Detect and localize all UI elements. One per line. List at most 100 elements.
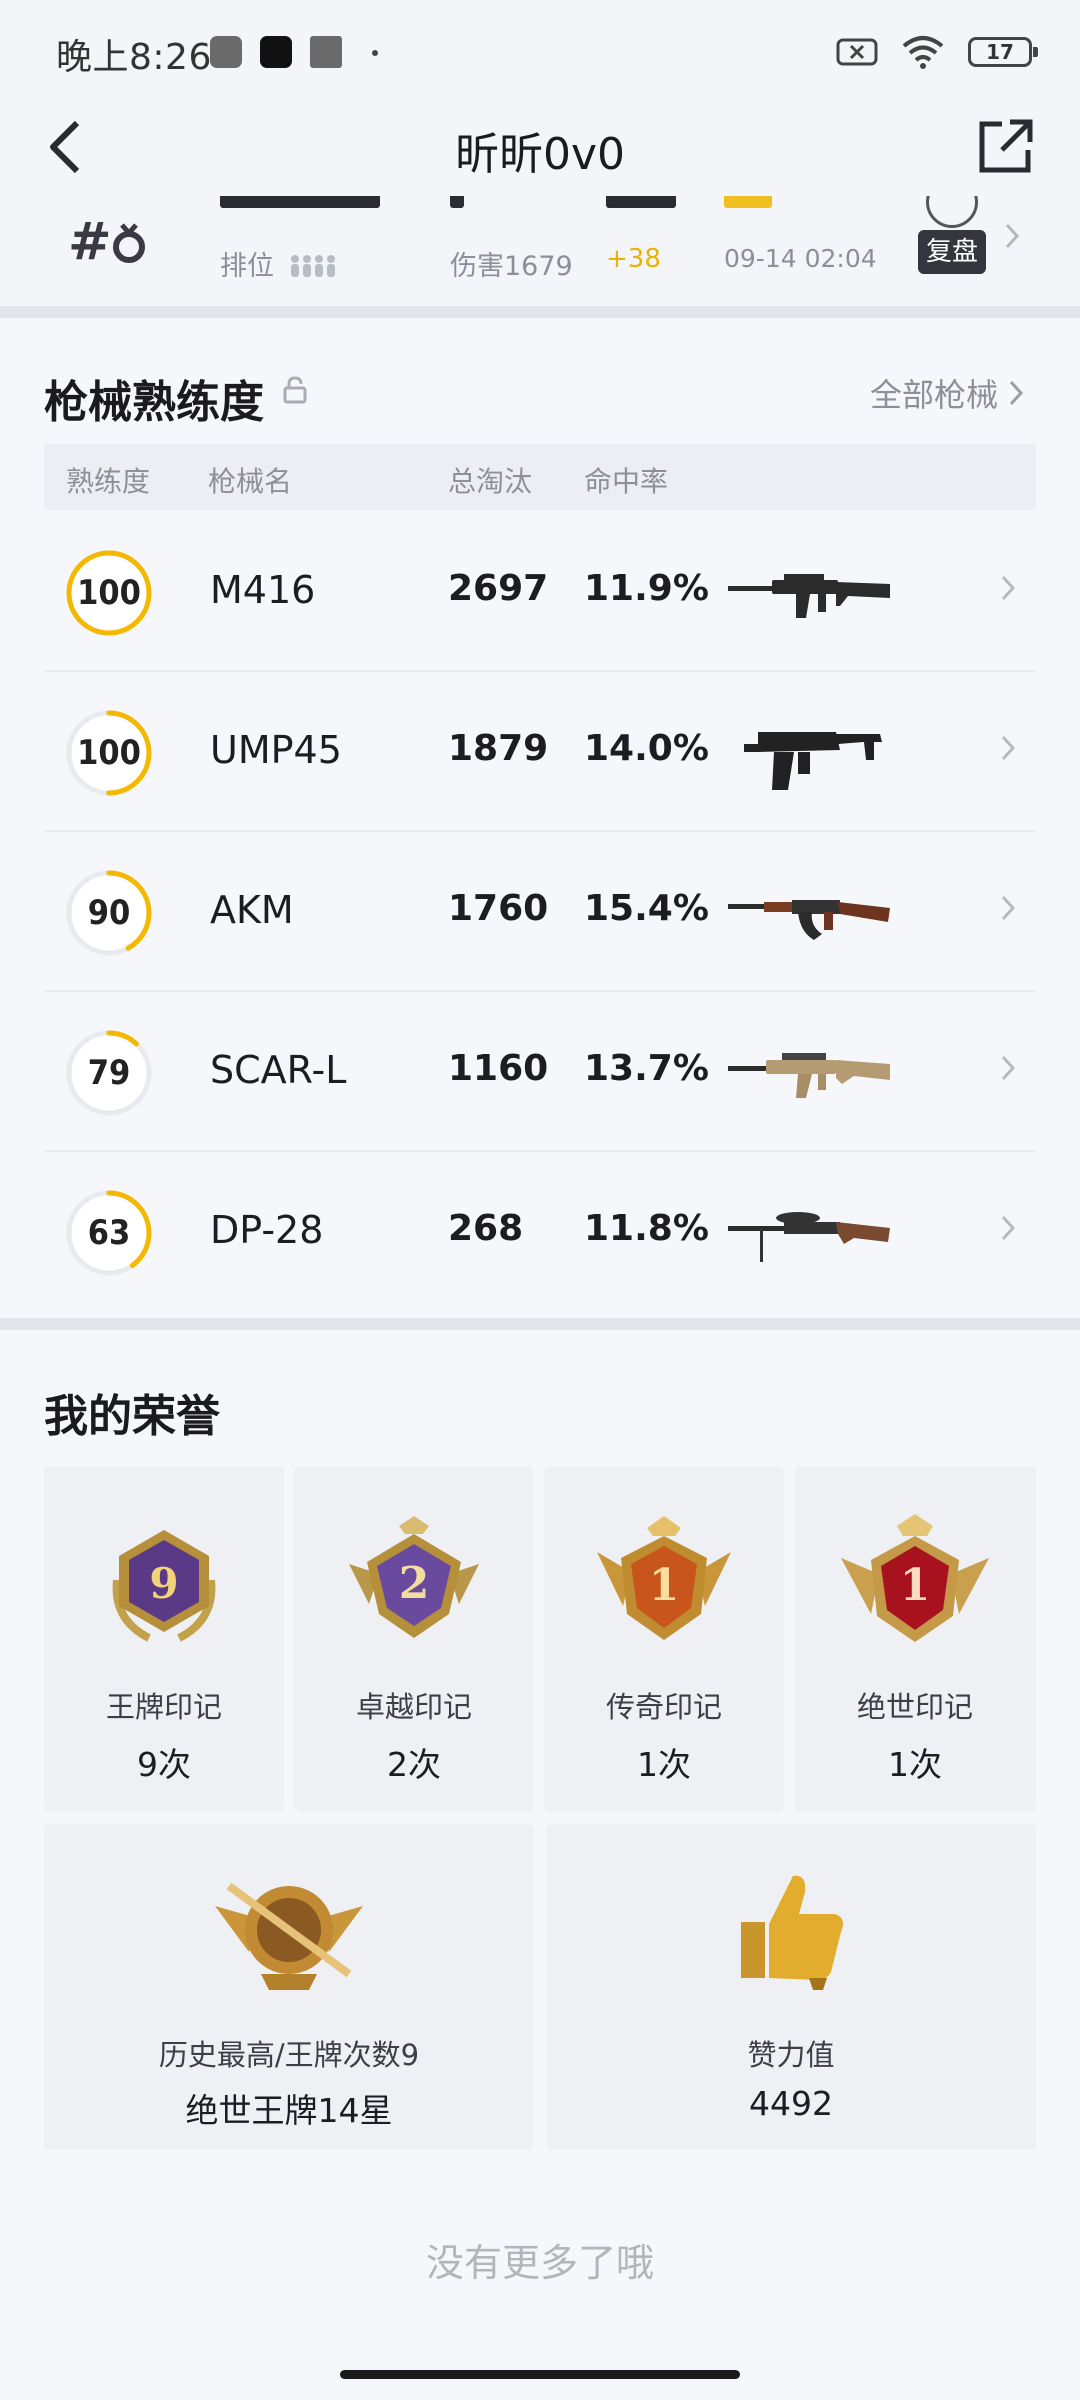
match-rank: # bbox=[68, 212, 146, 272]
status-bar: 晚上8:26 17 bbox=[0, 0, 1080, 96]
badge-number: 1 bbox=[900, 1560, 931, 1611]
weapon-accuracy: 11.8% bbox=[584, 1208, 709, 1249]
honor-name: 赞力值 bbox=[747, 2038, 835, 2072]
rating-value-clipped bbox=[606, 196, 676, 208]
honor-name: 卓越印记 bbox=[355, 1690, 472, 1724]
column-header: 命中率 bbox=[584, 465, 669, 498]
recent-match-row[interactable]: # 排位 伤害1679 +38 09-14 02:04 复盘 bbox=[0, 196, 1080, 306]
highest-rank-card[interactable]: 历史最高/王牌次数9 绝世王牌14星 bbox=[44, 1824, 534, 2150]
column-header: 枪械名 bbox=[208, 465, 293, 498]
weapon-name: SCAR-L bbox=[210, 1048, 347, 1092]
weapon-name: M416 bbox=[210, 568, 316, 612]
rating-delta: +38 bbox=[606, 244, 661, 274]
chevron-right-icon bbox=[1001, 575, 1016, 601]
weapon-row[interactable]: 100 M416 2697 11.9% bbox=[44, 512, 1036, 672]
honor-name: 王牌印记 bbox=[105, 1690, 222, 1724]
lock-icon bbox=[283, 376, 307, 404]
honor-card[interactable]: 9 王牌印记 9次 bbox=[44, 1466, 284, 1812]
badge-number: 9 bbox=[149, 1559, 178, 1608]
section-title: 枪械熟练度 bbox=[44, 377, 264, 428]
team-members-icon bbox=[290, 255, 335, 277]
weapon-accuracy: 15.4% bbox=[584, 888, 709, 929]
ace-emblem-icon: 9 bbox=[112, 1530, 216, 1642]
chevron-right-icon bbox=[1001, 735, 1016, 761]
excellence-emblem-icon: 2 bbox=[349, 1516, 479, 1638]
mode-title-clipped bbox=[220, 196, 380, 208]
honor-card[interactable]: 1 绝世印记 1次 bbox=[794, 1466, 1036, 1812]
badge-number: 2 bbox=[399, 1558, 430, 1609]
wifi-icon bbox=[902, 36, 944, 69]
home-indicator[interactable] bbox=[340, 2370, 740, 2379]
notification-app-icon bbox=[310, 36, 342, 68]
weapon-accuracy: 11.9% bbox=[584, 568, 709, 609]
weapon-eliminations: 2697 bbox=[448, 568, 549, 609]
section-title: 我的荣誉 bbox=[44, 1391, 220, 1442]
weapon-accuracy: 14.0% bbox=[584, 728, 709, 769]
share-external-icon bbox=[979, 119, 1033, 173]
honor-count: 1次 bbox=[888, 1745, 942, 1784]
likes-card[interactable]: 赞力值 4492 bbox=[546, 1824, 1036, 2150]
smg-icon bbox=[744, 732, 882, 790]
match-date: 09-14 02:04 bbox=[724, 244, 877, 273]
weapon-name: AKM bbox=[210, 888, 294, 932]
rank-digit-icon bbox=[112, 223, 145, 263]
battery-icon: 17 bbox=[968, 37, 1038, 67]
share-button[interactable] bbox=[970, 112, 1040, 182]
header: 昕昕0v0 bbox=[0, 96, 1080, 196]
legend-emblem-icon: 1 bbox=[597, 1516, 731, 1640]
all-weapons-link[interactable]: 全部枪械 bbox=[870, 370, 1024, 416]
mastery-level: 79 bbox=[87, 1053, 131, 1093]
ak-rifle-icon bbox=[728, 900, 890, 940]
weapon-eliminations: 1879 bbox=[448, 728, 549, 769]
weapon-row[interactable]: 100 UMP45 1879 14.0% bbox=[44, 672, 1036, 832]
honor-value: 绝世王牌14星 bbox=[185, 2091, 393, 2130]
peerless-emblem-icon: 1 bbox=[841, 1514, 989, 1642]
more-notifications-dot bbox=[372, 50, 378, 56]
honor-count: 2次 bbox=[387, 1745, 441, 1784]
column-header: 熟练度 bbox=[66, 465, 151, 498]
notification-app-icon bbox=[260, 36, 292, 68]
honor-count: 1次 bbox=[637, 1745, 691, 1784]
weapon-row[interactable]: 79 SCAR-L 1160 13.7% bbox=[44, 992, 1036, 1152]
badge-number: 1 bbox=[649, 1560, 680, 1611]
status-time: 晚上8:26 bbox=[56, 37, 212, 78]
weapon-name: UMP45 bbox=[210, 728, 342, 772]
mastery-level: 63 bbox=[87, 1213, 131, 1253]
honor-value: 4492 bbox=[749, 2084, 833, 2123]
highest-rank-emblem-icon bbox=[215, 1882, 363, 1990]
no-sim-icon bbox=[836, 38, 878, 66]
damage-label: 伤害1679 bbox=[450, 251, 573, 282]
mastery-level: 100 bbox=[77, 573, 141, 613]
mastery-level: 90 bbox=[87, 893, 131, 933]
chevron-right-icon bbox=[1001, 1215, 1016, 1241]
scar-rifle-icon bbox=[728, 1053, 890, 1098]
chevron-right-icon bbox=[1001, 1055, 1016, 1081]
chevron-right-icon bbox=[1009, 380, 1024, 406]
weapon-eliminations: 268 bbox=[448, 1208, 524, 1249]
weapon-eliminations: 1760 bbox=[448, 888, 549, 929]
no-more-content-text: 没有更多了哦 bbox=[425, 2241, 654, 2285]
honor-count: 9次 bbox=[137, 1745, 191, 1784]
weapon-eliminations: 1160 bbox=[448, 1048, 549, 1089]
kills-value-clipped bbox=[450, 196, 464, 208]
notification-app-icon bbox=[210, 36, 242, 68]
section-divider bbox=[0, 306, 1080, 318]
chevron-right-icon bbox=[1005, 223, 1020, 249]
honor-card[interactable]: 1 传奇印记 1次 bbox=[544, 1466, 784, 1812]
section-divider bbox=[0, 1318, 1080, 1330]
lmg-icon bbox=[728, 1212, 890, 1262]
thumbs-up-icon bbox=[741, 1875, 843, 1990]
replay-button[interactable]: 复盘 bbox=[918, 230, 986, 274]
honor-name: 历史最高/王牌次数9 bbox=[158, 2038, 420, 2072]
weapon-mastery-section: 枪械熟练度 全部枪械 熟练度 枪械名 总淘汰 命中率 100 M416 2697… bbox=[0, 318, 1080, 1318]
honor-name: 绝世印记 bbox=[856, 1690, 973, 1724]
weapon-row[interactable]: 63 DP-28 268 11.8% bbox=[44, 1152, 1036, 1312]
honor-card[interactable]: 2 卓越印记 2次 bbox=[294, 1466, 534, 1812]
tier-value-clipped bbox=[724, 196, 772, 208]
page-title: 昕昕0v0 bbox=[454, 129, 626, 180]
mastery-level: 100 bbox=[77, 733, 141, 773]
weapon-row[interactable]: 90 AKM 1760 15.4% bbox=[44, 832, 1036, 992]
chevron-right-icon bbox=[1001, 895, 1016, 921]
mode-label: 排位 bbox=[220, 244, 339, 283]
honor-name: 传奇印记 bbox=[605, 1690, 722, 1724]
